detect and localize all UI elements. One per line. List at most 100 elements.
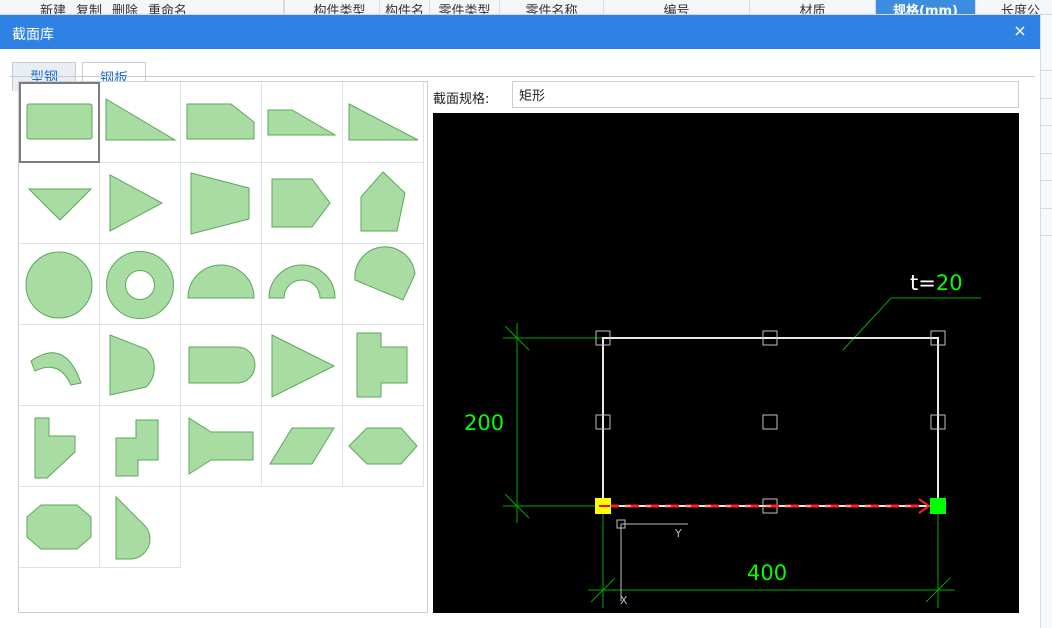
background-toolbar: 新建 复制 删除 重命名 [0,0,275,14]
shape-cell-t-shape[interactable] [343,325,424,406]
bg-column-label: 构件名 [384,4,424,15]
shape-cell-triangle-right[interactable] [100,163,181,244]
shape-cell-tapered-bar[interactable] [181,406,262,487]
thickness-label: t=20 [910,271,963,295]
background-divider [283,0,285,14]
tapered-bar-shape-icon [188,417,254,475]
height-value: 200 [464,411,504,435]
bg-column-header[interactable]: 规格(mm) [876,0,976,15]
bg-toolbar-new[interactable]: 新建 [40,4,66,14]
stadium-shape-icon [188,346,256,384]
shape-cell-isoceles-triangle[interactable] [262,325,343,406]
background-app-strip: 新建 复制 删除 重命名 构件类型 构件名 零件类型 零件名称 编号 材质 规格(mm) 长度… [0,0,1052,15]
l-chamfer-shape-shape-icon [34,417,76,479]
half-round-triangle-shape-icon [109,334,155,396]
shape-cell-z-shape[interactable] [100,406,181,487]
shape-cell-trapezoid-ramp[interactable] [262,82,343,163]
shape-cell-chamfered-rectangle[interactable] [181,82,262,163]
bg-column-label: 编号 [663,4,690,15]
bg-column-header[interactable]: 长度公 [976,0,1052,15]
shape-cell-ring[interactable] [100,244,181,325]
dialog-title: 截面库 [12,27,54,43]
z-shape-shape-icon [115,419,159,477]
edge-line [1041,180,1052,181]
t-shape-shape-icon [356,332,408,398]
bg-column-header[interactable]: 编号 [604,0,750,15]
axis-x-label: X [620,594,628,607]
shape-cell-semicircle[interactable] [181,244,262,325]
width-value: 400 [747,561,787,585]
section-outline [602,337,939,507]
irregular-pentagon-shape-icon [360,171,406,232]
shape-grid [18,81,428,613]
isoceles-triangle-shape-icon [271,334,336,398]
section-drawing: t=20 200 400 Y X [464,271,981,608]
shape-cell-thin-triangle[interactable] [343,82,424,163]
shape-cell-l-chamfer-shape[interactable] [19,406,100,487]
right-triangle-shape-icon [105,98,177,141]
shape-cell-pointed-rectangle[interactable] [262,163,343,244]
handle-center[interactable] [762,414,778,430]
spec-label: 截面规格: [433,92,490,107]
edge-line [1041,98,1052,99]
shape-cell-arc-segment[interactable] [19,325,100,406]
trapezoid-right-shape-icon [190,172,250,235]
thickness-leader-line [842,297,892,351]
shape-cell-inverted-triangle[interactable] [19,163,100,244]
octagon-shape-icon [26,504,92,550]
spec-input[interactable] [512,81,1019,108]
shape-cell-stadium[interactable] [181,325,262,406]
shape-cell-right-triangle[interactable] [100,82,181,163]
tab-underline [10,76,1035,77]
bg-column-label: 零件类型 [438,4,491,15]
close-button[interactable]: × [1010,21,1030,41]
half-ring-shape-icon [268,264,336,299]
background-right-edge [1040,15,1052,628]
bg-column-header[interactable]: 零件类型 [430,0,500,15]
rectangle-shape-icon [26,103,93,140]
dialog-titlebar[interactable]: 截面库 × [0,15,1040,49]
bg-column-label: 规格(mm) [893,4,958,15]
bg-column-label: 长度公 [1000,4,1040,15]
shape-cell-hexagon[interactable] [343,406,424,487]
axis-y-label: Y [674,527,682,540]
bg-column-header[interactable]: 构件类型 [300,0,380,14]
control-handles [595,330,946,514]
bg-column-label: 零件名称 [525,4,578,15]
pointed-rectangle-shape-icon [271,178,331,228]
drawing-canvas[interactable]: t=20 200 400 Y X [433,113,1019,613]
shape-cell-irregular-pentagon[interactable] [343,163,424,244]
shape-cell-parallelogram[interactable] [262,406,343,487]
edge-line [1041,153,1052,154]
bg-column-header[interactable]: 零件名称 [500,0,604,15]
chamfered-rectangle-shape-icon [186,103,255,140]
shape-cell-octagon[interactable] [19,487,100,568]
bg-toolbar-copy[interactable]: 复制 [76,4,102,14]
shape-cell-rounded-triangle[interactable] [100,487,181,568]
shape-cell-circular-sector[interactable] [343,244,424,325]
arc-segment-shape-icon [30,352,82,386]
shape-cell-half-round-triangle[interactable] [100,325,181,406]
shape-cell-rectangle[interactable] [19,82,100,163]
edge-line [1041,125,1052,126]
end-point-handle[interactable] [930,498,946,514]
shape-cell-circle[interactable] [19,244,100,325]
trapezoid-ramp-shape-icon [267,109,337,136]
hexagon-shape-icon [348,427,418,465]
edge-line [1041,235,1052,236]
circle-shape-icon [25,251,93,319]
bg-column-header[interactable]: 材质 [750,0,876,15]
shape-cell-half-ring[interactable] [262,244,343,325]
edge-line [1041,208,1052,209]
thin-triangle-shape-icon [348,103,419,141]
triangle-right-shape-icon [109,174,164,232]
rounded-triangle-shape-icon [115,495,151,560]
bg-toolbar-rename[interactable]: 重命名 [148,4,187,14]
bg-toolbar-delete[interactable]: 删除 [112,4,138,14]
bg-column-label: 材质 [799,4,826,15]
shape-cell-trapezoid-right[interactable] [181,163,262,244]
bg-column-header[interactable]: 构件名 [380,0,430,15]
ring-shape-icon [106,251,174,319]
inverted-triangle-shape-icon [27,188,93,221]
background-table-header: 构件类型 构件名 零件类型 零件名称 编号 材质 规格(mm) 长度公 [300,0,1052,15]
